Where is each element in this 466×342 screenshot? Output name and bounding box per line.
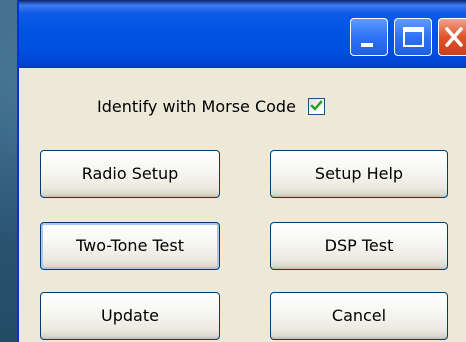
close-icon xyxy=(445,27,463,47)
checkmark-icon xyxy=(310,99,323,111)
maximize-button[interactable] xyxy=(394,18,432,56)
title-bar-buttons xyxy=(344,18,466,60)
dsp-test-button[interactable]: DSP Test xyxy=(270,222,448,270)
morse-option-row: Identify with Morse Code xyxy=(97,94,325,118)
update-button[interactable]: Update xyxy=(40,292,220,340)
dialog-window: Identify with Morse Code Radio Setup Set… xyxy=(17,0,466,342)
title-bar[interactable] xyxy=(19,0,466,68)
morse-code-label: Identify with Morse Code xyxy=(97,96,296,116)
minimize-button[interactable] xyxy=(350,18,388,56)
minimize-icon xyxy=(361,43,373,47)
setup-help-button[interactable]: Setup Help xyxy=(270,150,448,198)
radio-setup-button[interactable]: Radio Setup xyxy=(40,150,220,198)
maximize-icon xyxy=(403,27,424,47)
morse-code-checkbox[interactable] xyxy=(307,97,325,115)
cancel-button[interactable]: Cancel xyxy=(270,292,448,340)
close-button[interactable] xyxy=(438,18,466,56)
two-tone-test-button[interactable]: Two-Tone Test xyxy=(40,222,220,270)
